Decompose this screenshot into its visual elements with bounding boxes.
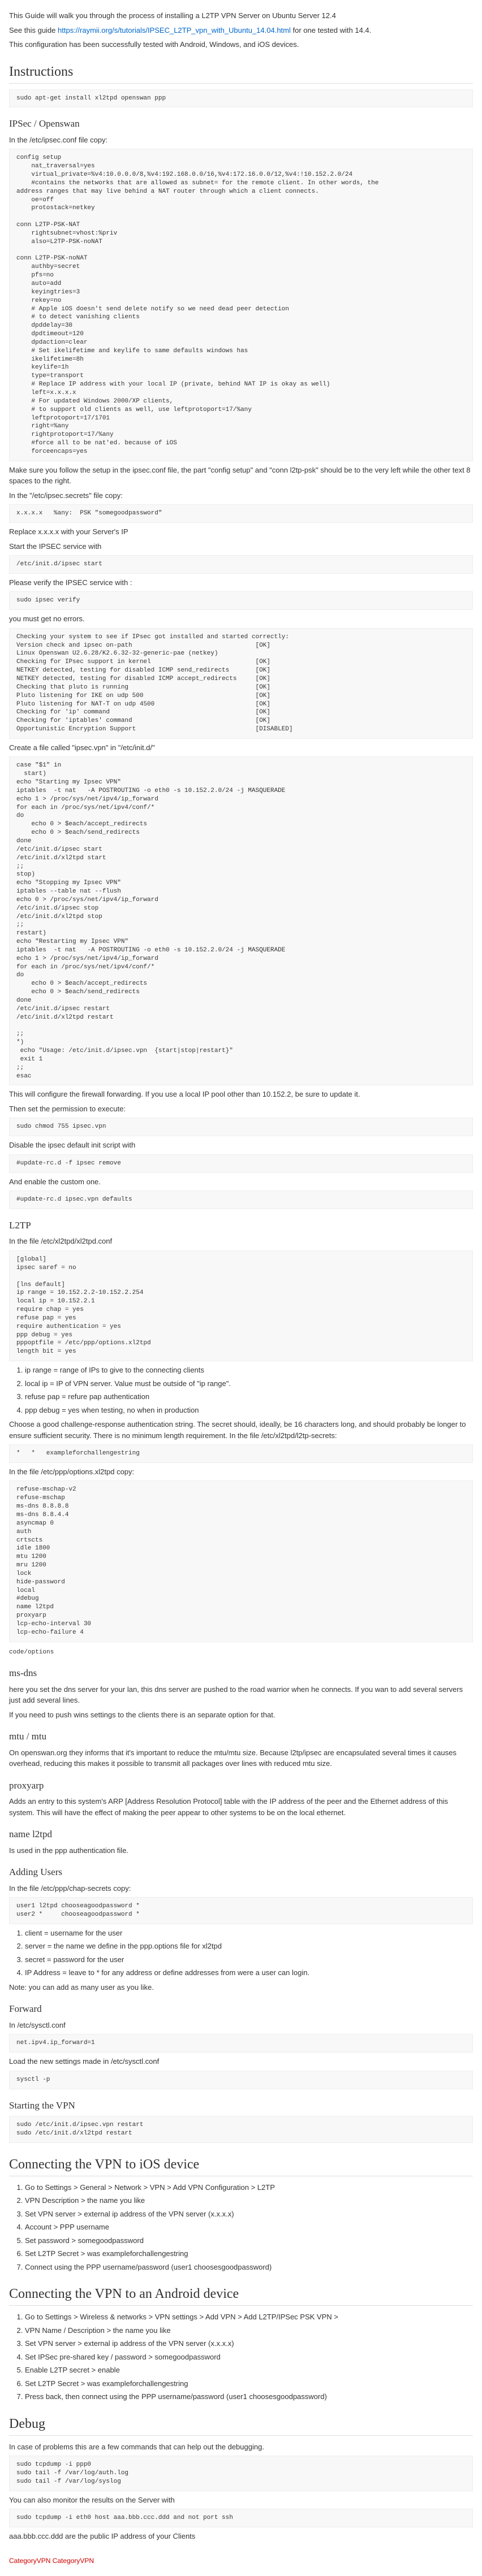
enable-intro: And enable the custom one. (9, 1176, 473, 1188)
ipsec-note1: Make sure you follow the setup in the ip… (9, 465, 473, 487)
code-debug-server: sudo tcpdump -i eth0 host aaa.bbb.ccc.dd… (9, 2509, 473, 2527)
code-secret: * * exampleforchallengestring (9, 1444, 473, 1463)
sysctl-intro: In /etc/sysctl.conf (9, 2020, 473, 2031)
heading-instructions: Instructions (9, 62, 473, 84)
code-ppp-opts: refuse-mschap-v2 refuse-mschap ms-dns 8.… (9, 1480, 473, 1642)
code-perm: sudo chmod 755 ipsec.vpn (9, 1118, 473, 1136)
list-item: IP Address = leave to * for any address … (25, 1967, 473, 1978)
list-item: VPN Description > the name you like (25, 2195, 473, 2206)
android-list: Go to Settings > Wireless & networks > V… (25, 2311, 473, 2402)
ppp-opts-intro: In the file /etc/ppp/options.xl2tpd copy… (9, 1466, 473, 1478)
heading-ios: Connecting the VPN to iOS device (9, 2154, 473, 2176)
intro-p3: This configuration has been successfully… (9, 39, 473, 50)
chap-note: Note: you can add as many user as you li… (9, 1982, 473, 1993)
code-sysctl: net.ipv4.ip_forward=1 (9, 2034, 473, 2053)
heading-android: Connecting the VPN to an Android device (9, 2284, 473, 2306)
heading-namel2tpd: name l2tpd (9, 1827, 473, 1842)
heading-debug: Debug (9, 2414, 473, 2436)
list-item: Set VPN server > external ip address of … (25, 2338, 473, 2349)
sysctl-load-intro: Load the new settings made in /etc/sysct… (9, 2056, 473, 2067)
proxyarp-text: Adds an entry to this system's ARP [Addr… (9, 1796, 473, 1818)
code-ipsec-conf: config setup nat_traversal=yes virtual_p… (9, 149, 473, 461)
code-l2tp-conf: [global] ipsec saref = no [lns default] … (9, 1250, 473, 1361)
disable-intro: Disable the ipsec default init script wi… (9, 1140, 473, 1151)
debug-note: aaa.bbb.ccc.ddd are the public IP addres… (9, 2531, 473, 2542)
namel2tpd-text: Is used in the ppp authentication file. (9, 1845, 473, 1856)
list-item: VPN Name / Description > the name you li… (25, 2325, 473, 2336)
l2tp-conf-intro: In the file /etc/xl2tpd/xl2tpd.conf (9, 1236, 473, 1247)
list-item: local ip = IP of VPN server. Value must … (25, 1378, 473, 1389)
l2tp-list: ip range = range of IPs to give to the c… (25, 1365, 473, 1415)
list-item: Connect using the PPP username/password … (25, 2262, 473, 2273)
ipsec-secrets-intro: In the "/etc/ipsec.secrets" file copy: (9, 490, 473, 501)
ipsec-verify-intro: Please verify the IPSEC service with : (9, 577, 473, 588)
code-sysctl-load: sysctl -p (9, 2071, 473, 2089)
debug-server-intro: You can also monitor the results on the … (9, 2495, 473, 2506)
list-item: ip range = range of IPs to give to the c… (25, 1365, 473, 1376)
chap-intro: In the file /etc/ppp/chap-secrets copy: (9, 1883, 473, 1894)
firewall-note: This will configure the firewall forward… (9, 1089, 473, 1100)
code-ipsec-start: /etc/init.d/ipsec start (9, 555, 473, 574)
list-item: Set password > somegoodpassword (25, 2235, 473, 2246)
debug-intro: In case of problems this are a few comma… (9, 2441, 473, 2453)
list-item: secret = password for the user (25, 1954, 473, 1965)
code-debug: sudo tcpdump -i ppp0 sudo tail -f /var/l… (9, 2456, 473, 2491)
guide-link[interactable]: https://raymii.org/s/tutorials/IPSEC_L2T… (58, 26, 291, 34)
code-ipsec-script: case "$1" in start) echo "Starting my Ip… (9, 756, 473, 1085)
code-ipsec-verify: sudo ipsec verify (9, 591, 473, 610)
code-enable: #update-rc.d ipsec.vpn defaults (9, 1190, 473, 1209)
list-item: Set L2TP Secret > was exampleforchalleng… (25, 2378, 473, 2389)
ipsec-no-errors: you must get no errors. (9, 613, 473, 625)
list-item: Press back, then connect using the PPP u… (25, 2391, 473, 2402)
list-item: client = username for the user (25, 1928, 473, 1939)
ipsec-script-intro: Create a file called "ipsec.vpn" in "/et… (9, 742, 473, 754)
list-item: ppp debug = yes when testing, no when in… (25, 1405, 473, 1416)
heading-starting: Starting the VPN (9, 2098, 473, 2113)
heading-mtu: mtu / mtu (9, 1729, 473, 1744)
code-ipsec-secrets: x.x.x.x %any: PSK "somegoodpassword" (9, 504, 473, 523)
intro-p1: This Guide will walk you through the pro… (9, 10, 473, 21)
mtu-text: On openswan.org they informs that it's i… (9, 1747, 473, 1769)
secret-note: Choose a good challenge-response authent… (9, 1419, 473, 1441)
heading-proxyarp: proxyarp (9, 1778, 473, 1793)
ipsec-conf-intro: In the /etc/ipsec.conf file copy: (9, 135, 473, 146)
code-ipsec-verify-output: Checking your system to see if IPsec got… (9, 628, 473, 739)
footer-categories: CategoryVPN CategoryVPN (9, 2556, 473, 2566)
list-item: Set L2TP Secret > was exampleforchalleng… (25, 2248, 473, 2259)
ipsec-replace: Replace x.x.x.x with your Server's IP (9, 526, 473, 538)
category-link[interactable]: CategoryVPN (9, 2557, 50, 2565)
perm-intro: Then set the permission to execute: (9, 1103, 473, 1115)
msdns-text: here you set the dns server for your lan… (9, 1684, 473, 1706)
list-item: Set IPSec pre-shared key / password > so… (25, 2352, 473, 2363)
ios-list: Go to Settings > General > Network > VPN… (25, 2182, 473, 2273)
code-options-label: code/options (9, 1649, 54, 1656)
code-chap: user1 l2tpd chooseagoodpassword * user2 … (9, 1897, 473, 1924)
list-item: Enable L2TP secret > enable (25, 2365, 473, 2376)
code-start: sudo /etc/init.d/ipsec.vpn restart sudo … (9, 2116, 473, 2143)
category-link[interactable]: CategoryVPN (53, 2557, 94, 2565)
list-item: Set VPN server > external ip address of … (25, 2209, 473, 2220)
list-item: Go to Settings > General > Network > VPN… (25, 2182, 473, 2193)
chap-list: client = username for the user server = … (25, 1928, 473, 1978)
list-item: Go to Settings > Wireless & networks > V… (25, 2311, 473, 2323)
msdns-note: If you need to push wins settings to the… (9, 1709, 473, 1721)
heading-adding-users: Adding Users (9, 1865, 473, 1880)
code-apt: sudo apt-get install xl2tpd openswan ppp (9, 89, 473, 108)
heading-forward: Forward (9, 2002, 473, 2016)
code-disable: #update-rc.d -f ipsec remove (9, 1154, 473, 1173)
list-item: server = the name we define in the ppp.o… (25, 1941, 473, 1952)
heading-ipsec-openswan: IPSec / Openswan (9, 116, 473, 131)
list-item: refuse pap = refure pap authentication (25, 1391, 473, 1402)
ipsec-start-intro: Start the IPSEC service with (9, 541, 473, 552)
heading-msdns: ms-dns (9, 1666, 473, 1681)
heading-l2tp: L2TP (9, 1218, 473, 1233)
intro-p2: See this guide https://raymii.org/s/tuto… (9, 25, 473, 36)
list-item: Account > PPP username (25, 2222, 473, 2233)
